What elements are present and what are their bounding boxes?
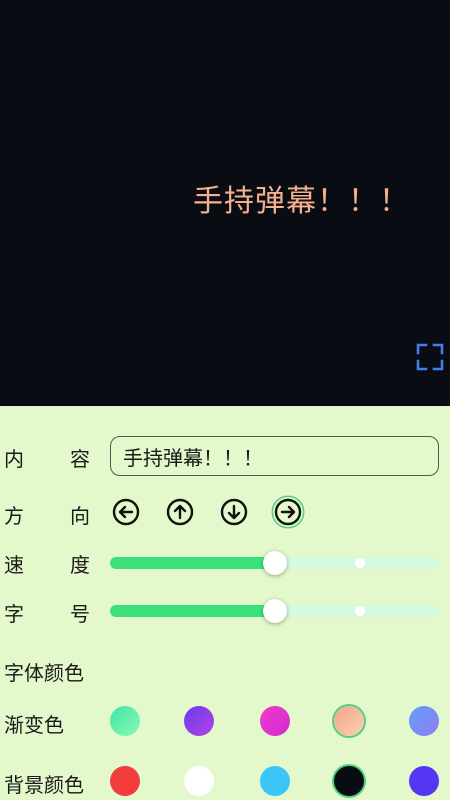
gradient-swatch[interactable]: [110, 706, 140, 736]
slider-tick: [355, 606, 366, 616]
background-swatch[interactable]: [334, 766, 364, 796]
direction-right-button[interactable]: [273, 497, 303, 527]
danmaku-preview: 手持弹幕！！！: [0, 0, 450, 406]
direction-down-button[interactable]: [219, 497, 249, 527]
gradient-swatch[interactable]: [409, 706, 439, 736]
gradient-swatch[interactable]: [184, 706, 214, 736]
slider-tick: [355, 558, 366, 568]
arrow-up-icon: [166, 498, 194, 526]
direction-label: 方向: [4, 504, 90, 528]
direction-left-button[interactable]: [111, 497, 141, 527]
font-size-slider[interactable]: [110, 599, 439, 623]
direction-up-button[interactable]: [165, 497, 195, 527]
background-color-label: 背景颜色: [4, 773, 84, 797]
background-swatch[interactable]: [110, 766, 140, 796]
background-swatch[interactable]: [184, 766, 214, 796]
fullscreen-icon[interactable]: [416, 343, 444, 371]
gradient-label: 渐变色: [4, 713, 64, 737]
arrow-down-icon: [220, 498, 248, 526]
content-label: 内容: [4, 447, 90, 471]
font-color-label: 字体颜色: [4, 661, 84, 685]
gradient-swatch[interactable]: [260, 706, 290, 736]
speed-slider-thumb[interactable]: [262, 551, 287, 575]
font-size-slider-thumb[interactable]: [262, 599, 287, 623]
settings-panel: 内容 方向 速度: [0, 406, 450, 800]
gradient-swatch[interactable]: [334, 706, 364, 736]
speed-label: 速度: [4, 553, 90, 577]
speed-slider[interactable]: [110, 551, 439, 575]
background-swatch[interactable]: [409, 766, 439, 796]
content-input[interactable]: [110, 436, 439, 476]
arrow-left-icon: [112, 498, 140, 526]
font-size-label: 字号: [4, 602, 90, 626]
arrow-right-icon: [274, 498, 302, 526]
background-swatch[interactable]: [260, 766, 290, 796]
preview-text: 手持弹幕！！！: [193, 184, 410, 219]
